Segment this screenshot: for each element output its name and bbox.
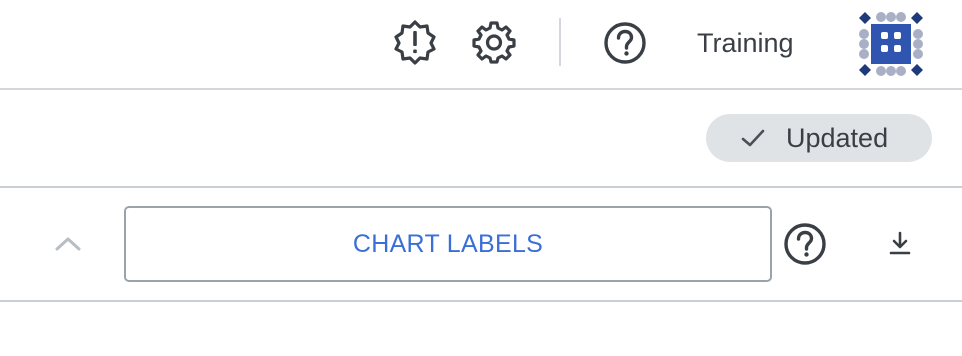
help-circle-icon — [604, 22, 646, 64]
download-button[interactable] — [882, 226, 918, 262]
logo-icon — [859, 12, 923, 76]
help-circle-icon — [784, 223, 826, 265]
gear-icon — [472, 21, 516, 64]
header-divider — [559, 18, 561, 66]
check-icon — [741, 129, 765, 147]
chart-labels-row: CHART LABELS — [0, 188, 962, 302]
status-badge: Updated — [706, 114, 932, 162]
help-button[interactable] — [598, 16, 652, 70]
alert-button[interactable] — [389, 16, 441, 68]
chevron-up-icon — [55, 237, 81, 251]
collapse-button[interactable] — [48, 228, 88, 258]
chart-labels-button[interactable]: CHART LABELS — [124, 206, 772, 282]
chart-labels-help-button[interactable] — [779, 218, 831, 270]
training-link[interactable]: Training — [697, 26, 794, 60]
alert-badge-icon — [394, 20, 436, 65]
app-logo[interactable] — [857, 10, 925, 78]
status-row: Updated — [0, 90, 962, 188]
download-icon — [889, 231, 911, 255]
top-bar: Training — [0, 0, 962, 90]
settings-button[interactable] — [468, 16, 520, 68]
status-label: Updated — [786, 122, 889, 153]
